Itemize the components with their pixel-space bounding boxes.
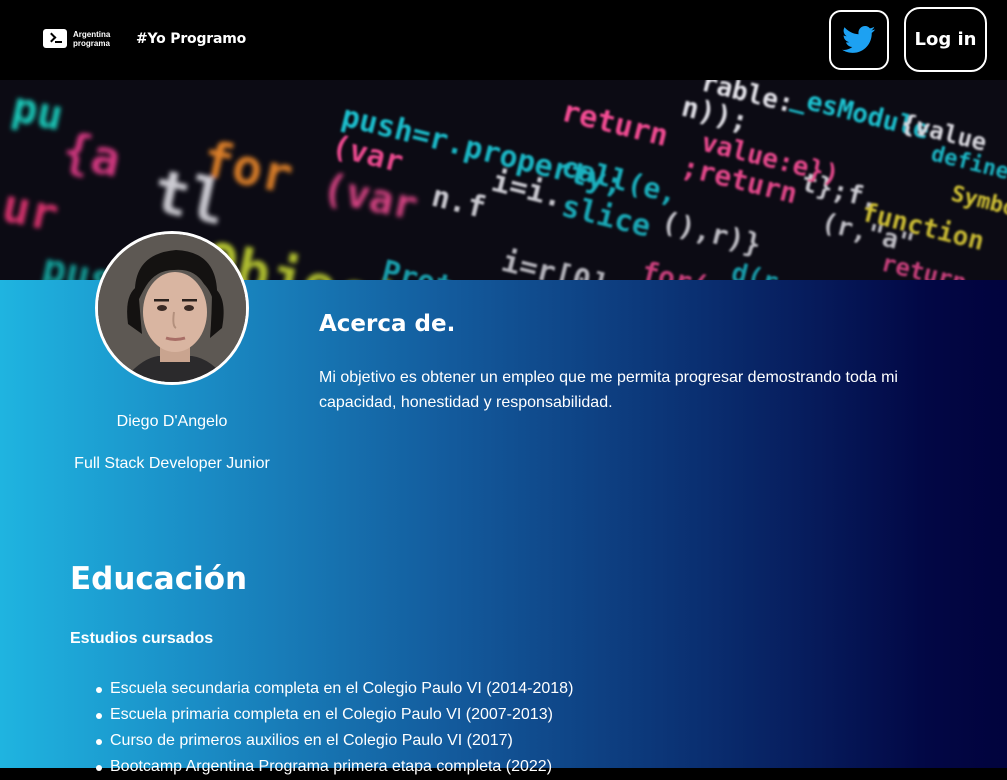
education-subheading: Estudios cursados <box>70 630 214 647</box>
education-heading: Educación <box>70 561 248 597</box>
profile-avatar <box>95 231 249 385</box>
top-navbar: Argentina programa #Yo Programo Log in <box>0 0 1007 80</box>
profile-name: Diego D'Angelo <box>116 413 228 430</box>
login-button[interactable]: Log in <box>904 7 987 72</box>
profile-role: Full Stack Developer Junior <box>74 455 270 472</box>
terminal-icon <box>43 29 67 48</box>
logo-line-1: Argentina <box>73 29 111 39</box>
argentina-programa-logo[interactable]: Argentina programa <box>43 29 110 48</box>
list-item: Escuela primaria completa en el Colegio … <box>94 702 573 728</box>
logo-line-2: programa <box>73 38 110 48</box>
list-item: Bootcamp Argentina Programa primera etap… <box>94 754 573 780</box>
yo-programo-link[interactable]: #Yo Programo <box>136 31 246 47</box>
list-item: Escuela secundaria completa en el Colegi… <box>94 676 573 702</box>
education-list: Escuela secundaria completa en el Colegi… <box>94 676 573 780</box>
twitter-icon <box>842 26 876 53</box>
about-paragraph: Mi objetivo es obtener un empleo que me … <box>319 369 898 411</box>
list-item: Curso de primeros auxilios en el Colegio… <box>94 728 573 754</box>
twitter-button[interactable] <box>829 10 889 70</box>
about-heading: Acerca de. <box>319 311 456 337</box>
